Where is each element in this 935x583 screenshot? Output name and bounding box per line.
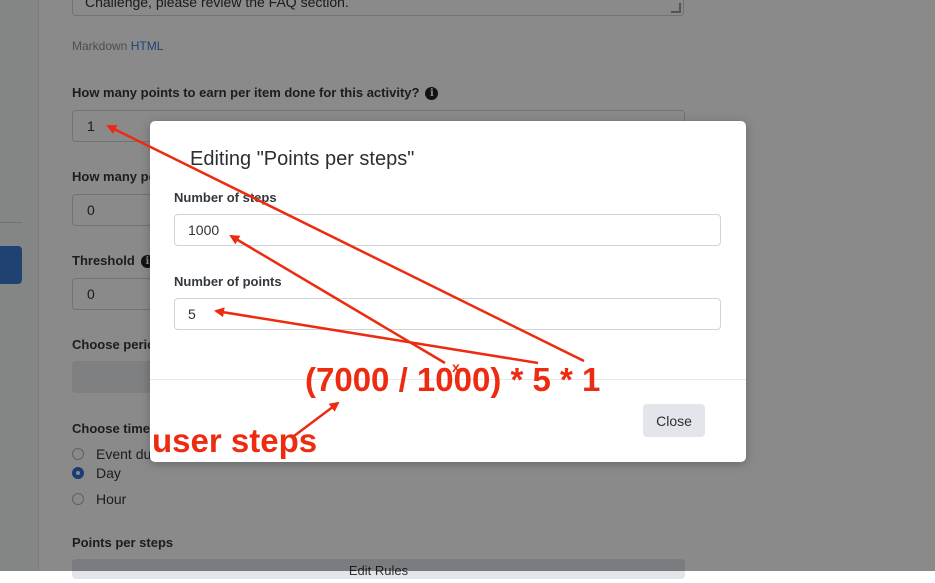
steps-label: Number of steps xyxy=(174,190,277,205)
close-button[interactable]: Close xyxy=(643,404,705,437)
annotation-user-steps: user steps xyxy=(152,422,318,459)
points-label: Number of points xyxy=(174,274,282,289)
points-input[interactable]: 5 xyxy=(174,298,721,330)
edit-modal: Editing "Points per steps" Number of ste… xyxy=(150,121,746,462)
annotation-formula: (7000 / 1000) * 5 * 1 xyxy=(305,361,601,398)
modal-title: Editing "Points per steps" xyxy=(190,148,415,170)
steps-input[interactable]: 1000 xyxy=(174,214,721,246)
